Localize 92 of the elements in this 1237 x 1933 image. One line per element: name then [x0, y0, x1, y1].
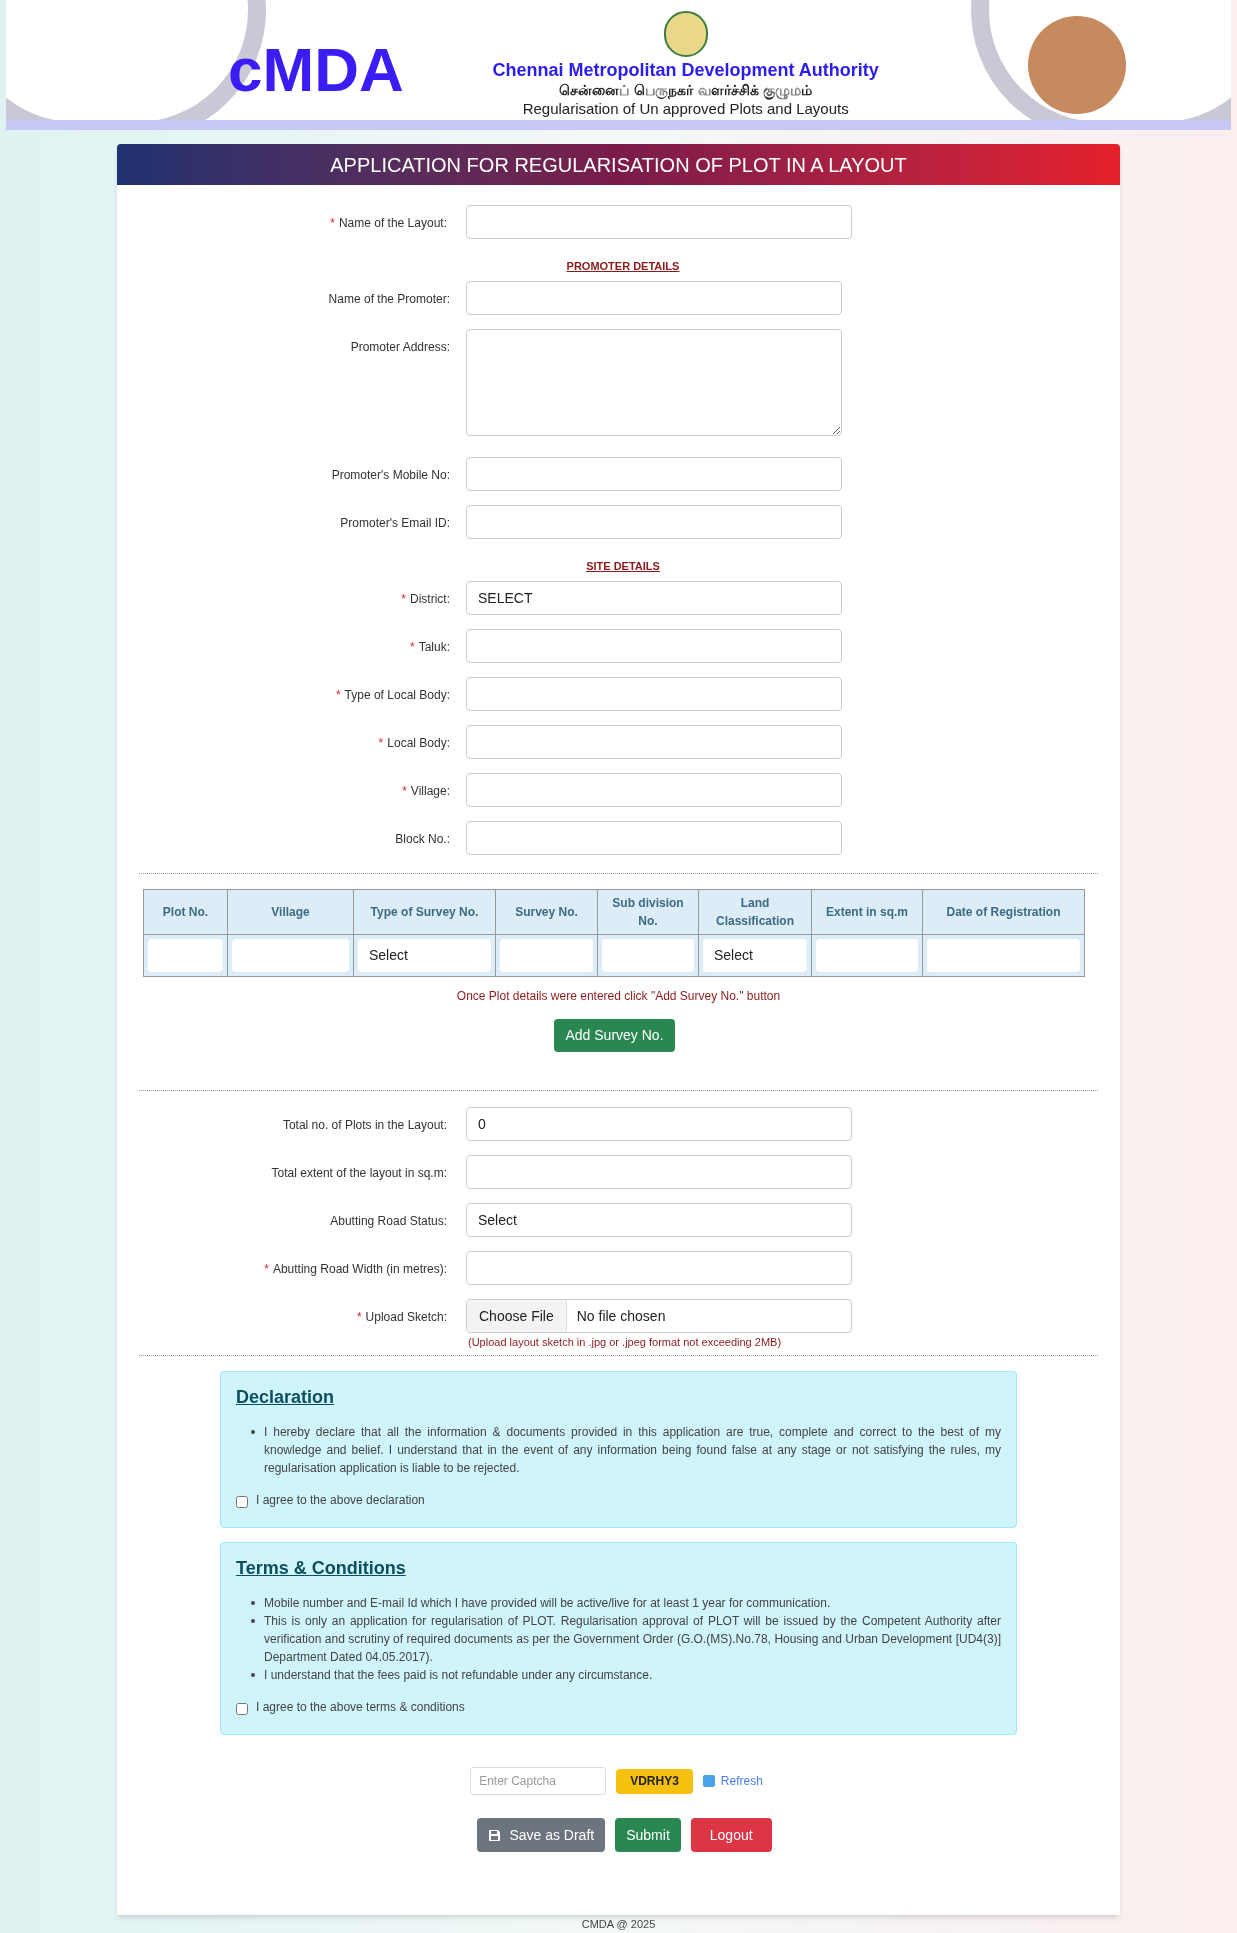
required-mark: *: [264, 1262, 269, 1276]
column-header: Village: [227, 889, 354, 935]
list-item-text: This is only an application for regularisation of PLOT. Regularisation approval of PLOT will be issued by the Competent Authority after verification and scrutiny of required documents as per the Government Order (G.O.(MS).No.78, Housing and Urban Development [UD4(3)] Department Dated 04.05.2017).: [264, 1614, 1001, 1664]
choose-file-button[interactable]: Choose File: [467, 1300, 567, 1332]
agree-label: I agree to the above declaration: [256, 1492, 425, 1509]
field-label: Promoter's Mobile No:: [331, 468, 450, 482]
captcha-field[interactable]: Enter Captcha: [470, 1767, 607, 1795]
field-label: Local Body:: [387, 736, 450, 750]
select-field[interactable]: [466, 725, 842, 759]
column-header: Sub division No.: [597, 889, 699, 935]
bullet-icon: [251, 1430, 255, 1434]
table-input[interactable]: [602, 939, 694, 972]
text-field[interactable]: [466, 281, 842, 315]
section-heading: SITE DETAILS: [586, 559, 660, 573]
agree-label: I agree to the above terms & conditions: [256, 1699, 465, 1716]
column-header: Land Classification: [698, 889, 812, 935]
field-label: Type of Local Body:: [344, 688, 450, 702]
refresh-link[interactable]: Refresh: [702, 1772, 763, 1790]
emblem-icon: [663, 11, 708, 57]
text-field[interactable]: [466, 1155, 852, 1189]
text-field[interactable]: 0: [466, 1107, 852, 1141]
select-field[interactable]: [466, 629, 842, 663]
column-header: Date of Registration: [922, 889, 1085, 935]
list-item-text: I understand that the fees paid is not refundable under any circumstance.: [264, 1668, 653, 1682]
text-field[interactable]: [466, 457, 842, 491]
authority-title: Chennai Metropolitan Development Authority: [492, 59, 879, 81]
captcha-code: VDRHY3: [616, 1768, 693, 1794]
logout-button[interactable]: Logout: [690, 1818, 772, 1852]
text-field[interactable]: [466, 205, 852, 239]
upload-hint: (Upload layout sketch in .jpg or .jpeg format not exceeding 2MB): [468, 1335, 783, 1349]
footer-text: CMDA @ 2025: [580, 1917, 657, 1931]
text-field[interactable]: [466, 505, 842, 539]
table-input[interactable]: [927, 939, 1080, 972]
field-label: Taluk:: [418, 640, 450, 654]
table-input[interactable]: [148, 939, 223, 972]
required-mark: *: [378, 736, 384, 750]
list-item-text: Mobile number and E-mail Id which I have provided will be active/live for at least 1 year for communication.: [264, 1596, 831, 1610]
select-field[interactable]: Select: [703, 939, 807, 972]
authority-title-tamil: சென்னைப் பெருநகர் வளர்ச்சிக் குழுமம்: [558, 81, 813, 99]
cmda-logo: cMDA: [227, 34, 405, 106]
list-item-text: I hereby declare that all the information & documents provided in this application are true, complete and correct to the best of my knowledge and belief. I understand that in the event of any information being found false at any stage or not satisfying the rules, my regularisation application is liable to be rejected.: [264, 1425, 1001, 1475]
table-note: Once Plot details were entered click "Add Survey No." button: [455, 988, 782, 1005]
portal-subtitle: Regularisation of Un approved Plots and Layouts: [522, 100, 849, 119]
column-header: Extent in sq.m: [811, 889, 923, 935]
save-icon: [488, 1828, 502, 1842]
panel-title: Terms & Conditions: [236, 1557, 407, 1580]
file-status: No file chosen: [575, 1306, 667, 1326]
add-survey-button[interactable]: Add Survey No.: [554, 1019, 675, 1052]
required-mark: *: [401, 592, 406, 606]
table-input[interactable]: [816, 939, 918, 972]
field-label: Village:: [410, 784, 450, 798]
file-field[interactable]: Choose File No file chosen: [466, 1299, 852, 1333]
field-label: Abutting Road Width (in metres):: [272, 1262, 447, 1276]
required-mark: *: [409, 640, 415, 654]
draft-button[interactable]: Save as Draft: [477, 1818, 606, 1852]
column-header: Type of Survey No.: [353, 889, 496, 935]
required-mark: *: [402, 784, 407, 798]
bullet-icon: [251, 1601, 255, 1605]
field-label: Total extent of the layout in sq.m:: [271, 1166, 447, 1180]
select-field[interactable]: [466, 677, 842, 711]
required-mark: *: [356, 1310, 362, 1324]
field-label: Total no. of Plots in the Layout:: [282, 1118, 447, 1132]
required-mark: *: [335, 688, 341, 702]
column-header: Plot No.: [143, 889, 228, 935]
field-label: Name of the Promoter:: [328, 292, 450, 306]
field-label: Promoter Address:: [350, 340, 450, 354]
bullet-icon: [251, 1673, 255, 1677]
agree-checkbox[interactable]: [236, 1702, 248, 1715]
select-field[interactable]: Select: [466, 1203, 852, 1237]
select-field[interactable]: [466, 773, 842, 807]
field-label: Block No.:: [395, 832, 450, 846]
table-input[interactable]: [232, 939, 349, 972]
required-mark: *: [330, 216, 335, 230]
form-title: APPLICATION FOR REGULARISATION OF PLOT IN A LAYOUT: [117, 144, 1120, 185]
field-label: Promoter's Email ID:: [340, 516, 450, 530]
agree-checkbox[interactable]: [236, 1495, 248, 1508]
panel-title: Declaration: [236, 1386, 336, 1409]
address-textarea[interactable]: [466, 329, 842, 436]
bullet-icon: [251, 1619, 255, 1623]
text-field[interactable]: [466, 821, 842, 855]
table-input[interactable]: [500, 939, 593, 972]
section-heading: PROMOTER DETAILS: [566, 259, 680, 273]
select-field[interactable]: SELECT: [466, 581, 842, 615]
text-field[interactable]: [466, 1251, 852, 1285]
field-label: District:: [410, 592, 450, 606]
select-field[interactable]: Select: [358, 939, 491, 972]
column-header: Survey No.: [495, 889, 598, 935]
field-label: Name of the Layout:: [338, 216, 447, 230]
field-label: Upload Sketch:: [365, 1310, 447, 1324]
submit-button[interactable]: Submit: [615, 1818, 681, 1852]
refresh-icon: [702, 1775, 715, 1787]
field-label: Abutting Road Status:: [330, 1214, 447, 1228]
